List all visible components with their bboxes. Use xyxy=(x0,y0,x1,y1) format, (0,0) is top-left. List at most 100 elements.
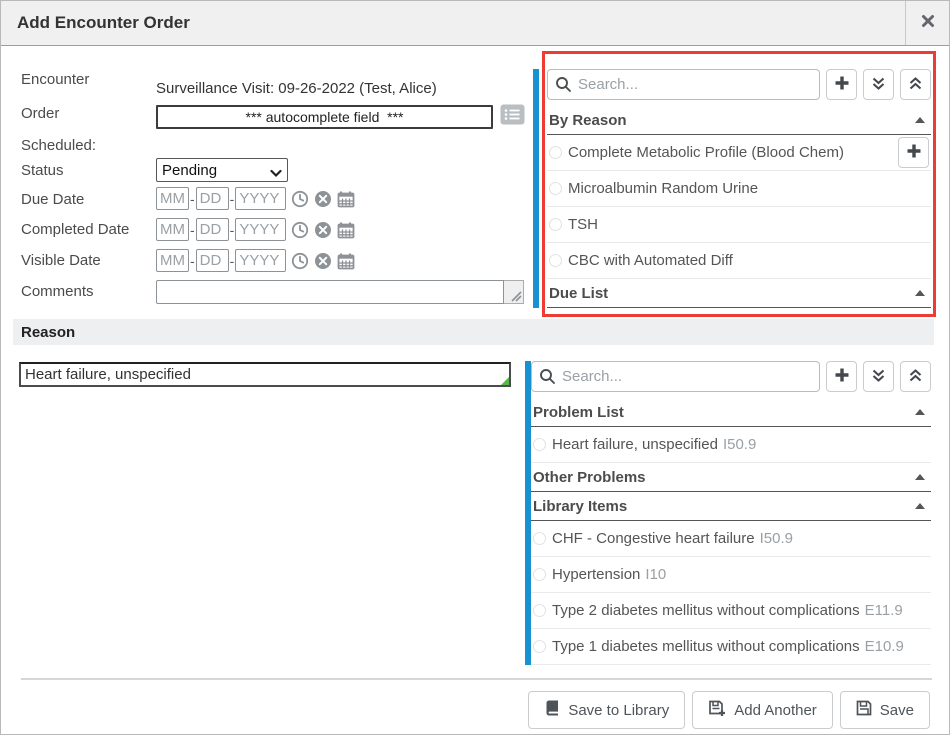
due-date-calendar-icon[interactable] xyxy=(337,190,355,208)
double-chevron-up-icon xyxy=(908,368,923,386)
section-by-reason[interactable]: By Reason xyxy=(547,106,931,135)
scheduled-label: Scheduled: xyxy=(21,137,96,154)
radio-icon[interactable] xyxy=(533,640,546,653)
order-list-icon[interactable] xyxy=(500,104,525,125)
completed-date-calendar-icon[interactable] xyxy=(337,221,355,239)
status-label: Status xyxy=(21,162,64,179)
radio-icon[interactable] xyxy=(533,532,546,545)
save-to-library-button[interactable]: Save to Library xyxy=(528,691,685,729)
reason-item[interactable]: Hypertension I10 xyxy=(531,557,931,593)
due-date-year-input[interactable] xyxy=(235,187,286,210)
visible-date-time-icon[interactable] xyxy=(291,252,309,270)
encounter-label: Encounter xyxy=(21,71,89,88)
icd-code: E11.9 xyxy=(865,602,903,619)
visible-date-day-input[interactable] xyxy=(196,249,229,272)
save-plus-icon xyxy=(708,699,726,721)
collapse-triangle-icon[interactable] xyxy=(915,474,925,480)
order-search-input[interactable] xyxy=(547,69,820,100)
order-picker-panel: By Reason Complete Metabolic Profile (Bl… xyxy=(547,69,931,308)
reason-item[interactable]: Type 1 diabetes mellitus without complic… xyxy=(531,629,931,665)
order-collapse-all-button[interactable] xyxy=(900,69,931,100)
radio-icon[interactable] xyxy=(533,568,546,581)
footer-divider xyxy=(21,678,932,680)
icd-code: I50.9 xyxy=(760,530,793,547)
book-icon xyxy=(544,700,560,720)
order-item[interactable]: CBC with Automated Diff xyxy=(547,243,931,279)
radio-icon[interactable] xyxy=(549,218,562,231)
order-expand-all-button[interactable] xyxy=(863,69,894,100)
reason-section-header: Reason xyxy=(13,319,934,345)
plus-icon xyxy=(906,143,922,162)
save-button[interactable]: Save xyxy=(840,691,930,729)
dialog-header: Add Encounter Order xyxy=(1,1,949,46)
double-chevron-up-icon xyxy=(908,76,923,94)
reason-picker-panel: Problem List Heart failure, unspecified … xyxy=(531,361,931,665)
encounter-value: Surveillance Visit: 09-26-2022 (Test, Al… xyxy=(156,80,437,97)
reason-collapse-all-button[interactable] xyxy=(900,361,931,392)
plus-icon xyxy=(834,367,850,386)
reason-expand-all-button[interactable] xyxy=(863,361,894,392)
collapse-triangle-icon[interactable] xyxy=(915,117,925,123)
order-item[interactable]: TSH xyxy=(547,207,931,243)
due-date-fields: -- xyxy=(156,187,355,210)
status-select[interactable]: Pending xyxy=(156,158,288,182)
reason-input[interactable] xyxy=(19,362,511,387)
double-chevron-down-icon xyxy=(871,76,886,94)
order-item[interactable]: Microalbumin Random Urine xyxy=(547,171,931,207)
icd-code: I50.9 xyxy=(723,436,756,453)
reason-item[interactable]: Type 2 diabetes mellitus without complic… xyxy=(531,593,931,629)
close-icon xyxy=(921,14,935,33)
completed-date-day-input[interactable] xyxy=(196,218,229,241)
visible-date-year-input[interactable] xyxy=(235,249,286,272)
collapse-triangle-icon[interactable] xyxy=(915,409,925,415)
order-item-add-button[interactable] xyxy=(898,137,929,168)
order-add-button[interactable] xyxy=(826,69,857,100)
radio-icon[interactable] xyxy=(549,182,562,195)
collapse-triangle-icon[interactable] xyxy=(915,290,925,296)
due-date-clear-icon[interactable] xyxy=(314,190,332,208)
visible-date-clear-icon[interactable] xyxy=(314,252,332,270)
completed-date-clear-icon[interactable] xyxy=(314,221,332,239)
section-due-list[interactable]: Due List xyxy=(547,279,931,308)
visible-date-calendar-icon[interactable] xyxy=(337,252,355,270)
radio-icon[interactable] xyxy=(533,438,546,451)
reason-item[interactable]: Heart failure, unspecified I50.9 xyxy=(531,427,931,463)
radio-icon[interactable] xyxy=(549,254,562,267)
radio-icon[interactable] xyxy=(533,604,546,617)
order-autocomplete-input[interactable] xyxy=(156,105,493,129)
add-another-button[interactable]: Add Another xyxy=(692,691,833,729)
visible-date-month-input[interactable] xyxy=(156,249,189,272)
reason-section-title: Reason xyxy=(21,324,75,341)
icd-code: E10.9 xyxy=(865,638,904,655)
section-library-items[interactable]: Library Items xyxy=(531,492,931,521)
reason-add-button[interactable] xyxy=(826,361,857,392)
order-label: Order xyxy=(21,105,59,122)
radio-icon[interactable] xyxy=(549,146,562,159)
section-problem-list[interactable]: Problem List xyxy=(531,398,931,427)
icd-code: I10 xyxy=(645,566,666,583)
order-item[interactable]: Complete Metabolic Profile (Blood Chem) xyxy=(547,135,931,171)
completed-date-label: Completed Date xyxy=(21,221,129,238)
comments-input[interactable] xyxy=(156,280,504,304)
completed-date-month-input[interactable] xyxy=(156,218,189,241)
collapse-triangle-icon[interactable] xyxy=(915,503,925,509)
close-button[interactable] xyxy=(905,1,949,45)
section-other-problems[interactable]: Other Problems xyxy=(531,463,931,492)
reason-item[interactable]: CHF - Congestive heart failure I50.9 xyxy=(531,521,931,557)
reason-resize-grip[interactable] xyxy=(501,377,509,385)
double-chevron-down-icon xyxy=(871,368,886,386)
comments-label: Comments xyxy=(21,283,94,300)
due-date-month-input[interactable] xyxy=(156,187,189,210)
comments-resize-grip[interactable] xyxy=(504,280,524,304)
due-date-time-icon[interactable] xyxy=(291,190,309,208)
plus-icon xyxy=(834,75,850,94)
completed-date-time-icon[interactable] xyxy=(291,221,309,239)
order-picker-accent-bar xyxy=(533,69,539,308)
due-date-label: Due Date xyxy=(21,191,84,208)
reason-search-input[interactable] xyxy=(531,361,820,392)
completed-date-fields: -- xyxy=(156,218,355,241)
completed-date-year-input[interactable] xyxy=(235,218,286,241)
due-date-day-input[interactable] xyxy=(196,187,229,210)
add-encounter-order-dialog: Add Encounter Order Encounter Surveillan… xyxy=(0,0,950,735)
visible-date-fields: -- xyxy=(156,249,355,272)
